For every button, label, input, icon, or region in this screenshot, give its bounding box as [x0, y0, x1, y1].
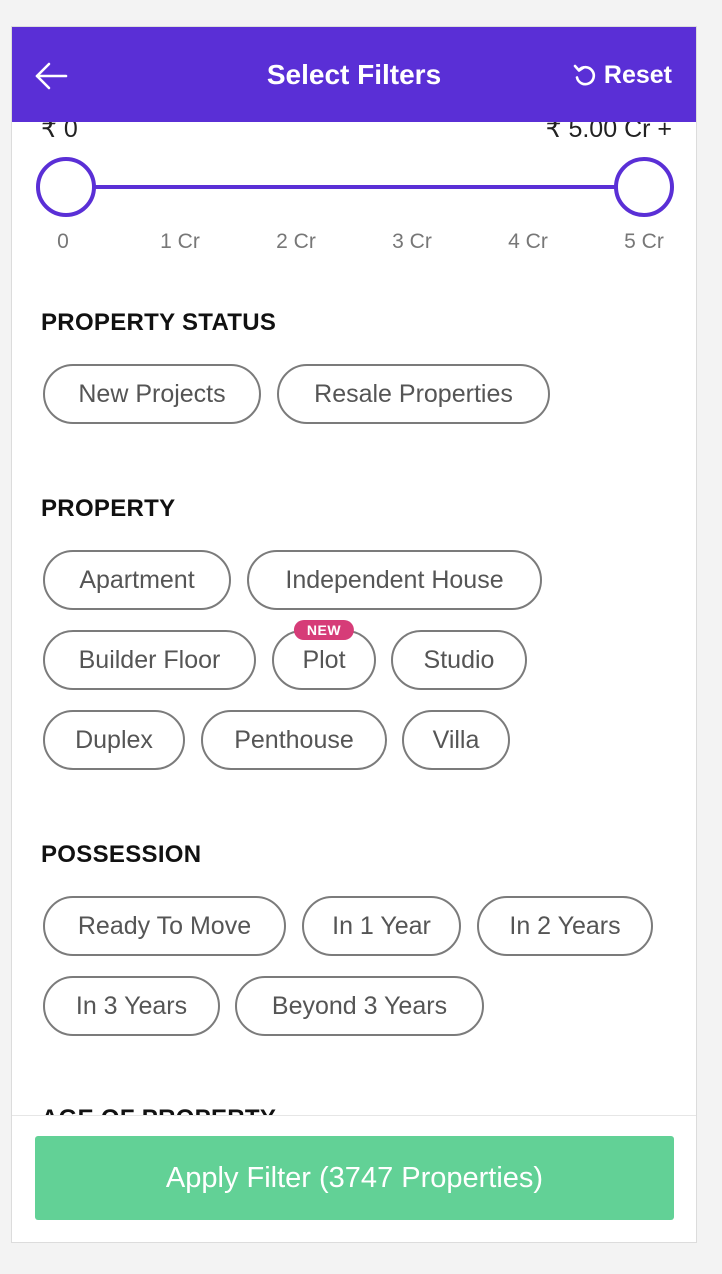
tick-label: 5 Cr	[624, 230, 664, 253]
property-status-heading: PROPERTY STATUS	[41, 309, 277, 336]
chip-villa[interactable]: Villa	[402, 710, 510, 770]
chip-builder-floor[interactable]: Builder Floor	[43, 630, 256, 690]
chip-new-projects[interactable]: New Projects	[43, 364, 261, 424]
chip-penthouse[interactable]: Penthouse	[201, 710, 387, 770]
budget-min-value: ₹ 0	[41, 122, 78, 143]
footer-bar: Apply Filter (3747 Properties)	[12, 1115, 696, 1242]
back-button[interactable]	[32, 57, 70, 95]
budget-tick-labels: 0 1 Cr 2 Cr 3 Cr 4 Cr 5 Cr	[40, 230, 684, 256]
reset-label: Reset	[603, 60, 672, 89]
budget-slider[interactable]	[36, 157, 674, 217]
budget-max-value: ₹ 5.00 Cr +	[545, 122, 672, 143]
apply-filter-button[interactable]: Apply Filter (3747 Properties)	[35, 1136, 674, 1220]
app-header: Select Filters Reset	[12, 27, 696, 122]
chip-apartment[interactable]: Apartment	[43, 550, 231, 610]
chip-resale-properties[interactable]: Resale Properties	[277, 364, 550, 424]
chip-duplex[interactable]: Duplex	[43, 710, 185, 770]
slider-track	[66, 185, 644, 189]
chip-in-3-years[interactable]: In 3 Years	[43, 976, 220, 1036]
chip-in-1-year[interactable]: In 1 Year	[302, 896, 461, 956]
property-heading: PROPERTY	[41, 495, 176, 522]
age-of-property-heading: AGE OF PROPERTY	[41, 1105, 276, 1115]
chip-in-2-years[interactable]: In 2 Years	[477, 896, 653, 956]
tick-label: 2 Cr	[276, 230, 316, 253]
chip-independent-house[interactable]: Independent House	[247, 550, 542, 610]
tick-label: 1 Cr	[160, 230, 200, 253]
tick-label: 4 Cr	[508, 230, 548, 253]
tick-label: 3 Cr	[392, 230, 432, 253]
budget-range-labels: ₹ 0 ₹ 5.00 Cr +	[41, 122, 672, 144]
chip-studio[interactable]: Studio	[391, 630, 527, 690]
chip-plot-label: Plot	[302, 645, 346, 674]
filter-screen: Select Filters Reset ₹ 0 ₹ 5.00 Cr + 0 1…	[11, 26, 697, 1243]
chip-ready-to-move[interactable]: Ready To Move	[43, 896, 286, 956]
chip-plot[interactable]: Plot NEW	[272, 620, 376, 690]
tick-label: 0	[57, 230, 69, 253]
slider-max-handle[interactable]	[614, 157, 674, 217]
filter-scroll-area[interactable]: ₹ 0 ₹ 5.00 Cr + 0 1 Cr 2 Cr 3 Cr 4 Cr 5 …	[12, 122, 696, 1115]
new-badge: NEW	[293, 620, 355, 640]
arrow-left-icon	[35, 62, 68, 90]
reset-button[interactable]: Reset	[572, 57, 672, 93]
undo-icon	[573, 64, 595, 86]
possession-heading: POSSESSION	[41, 841, 202, 868]
slider-min-handle[interactable]	[36, 157, 96, 217]
chip-beyond-3-years[interactable]: Beyond 3 Years	[235, 976, 484, 1036]
